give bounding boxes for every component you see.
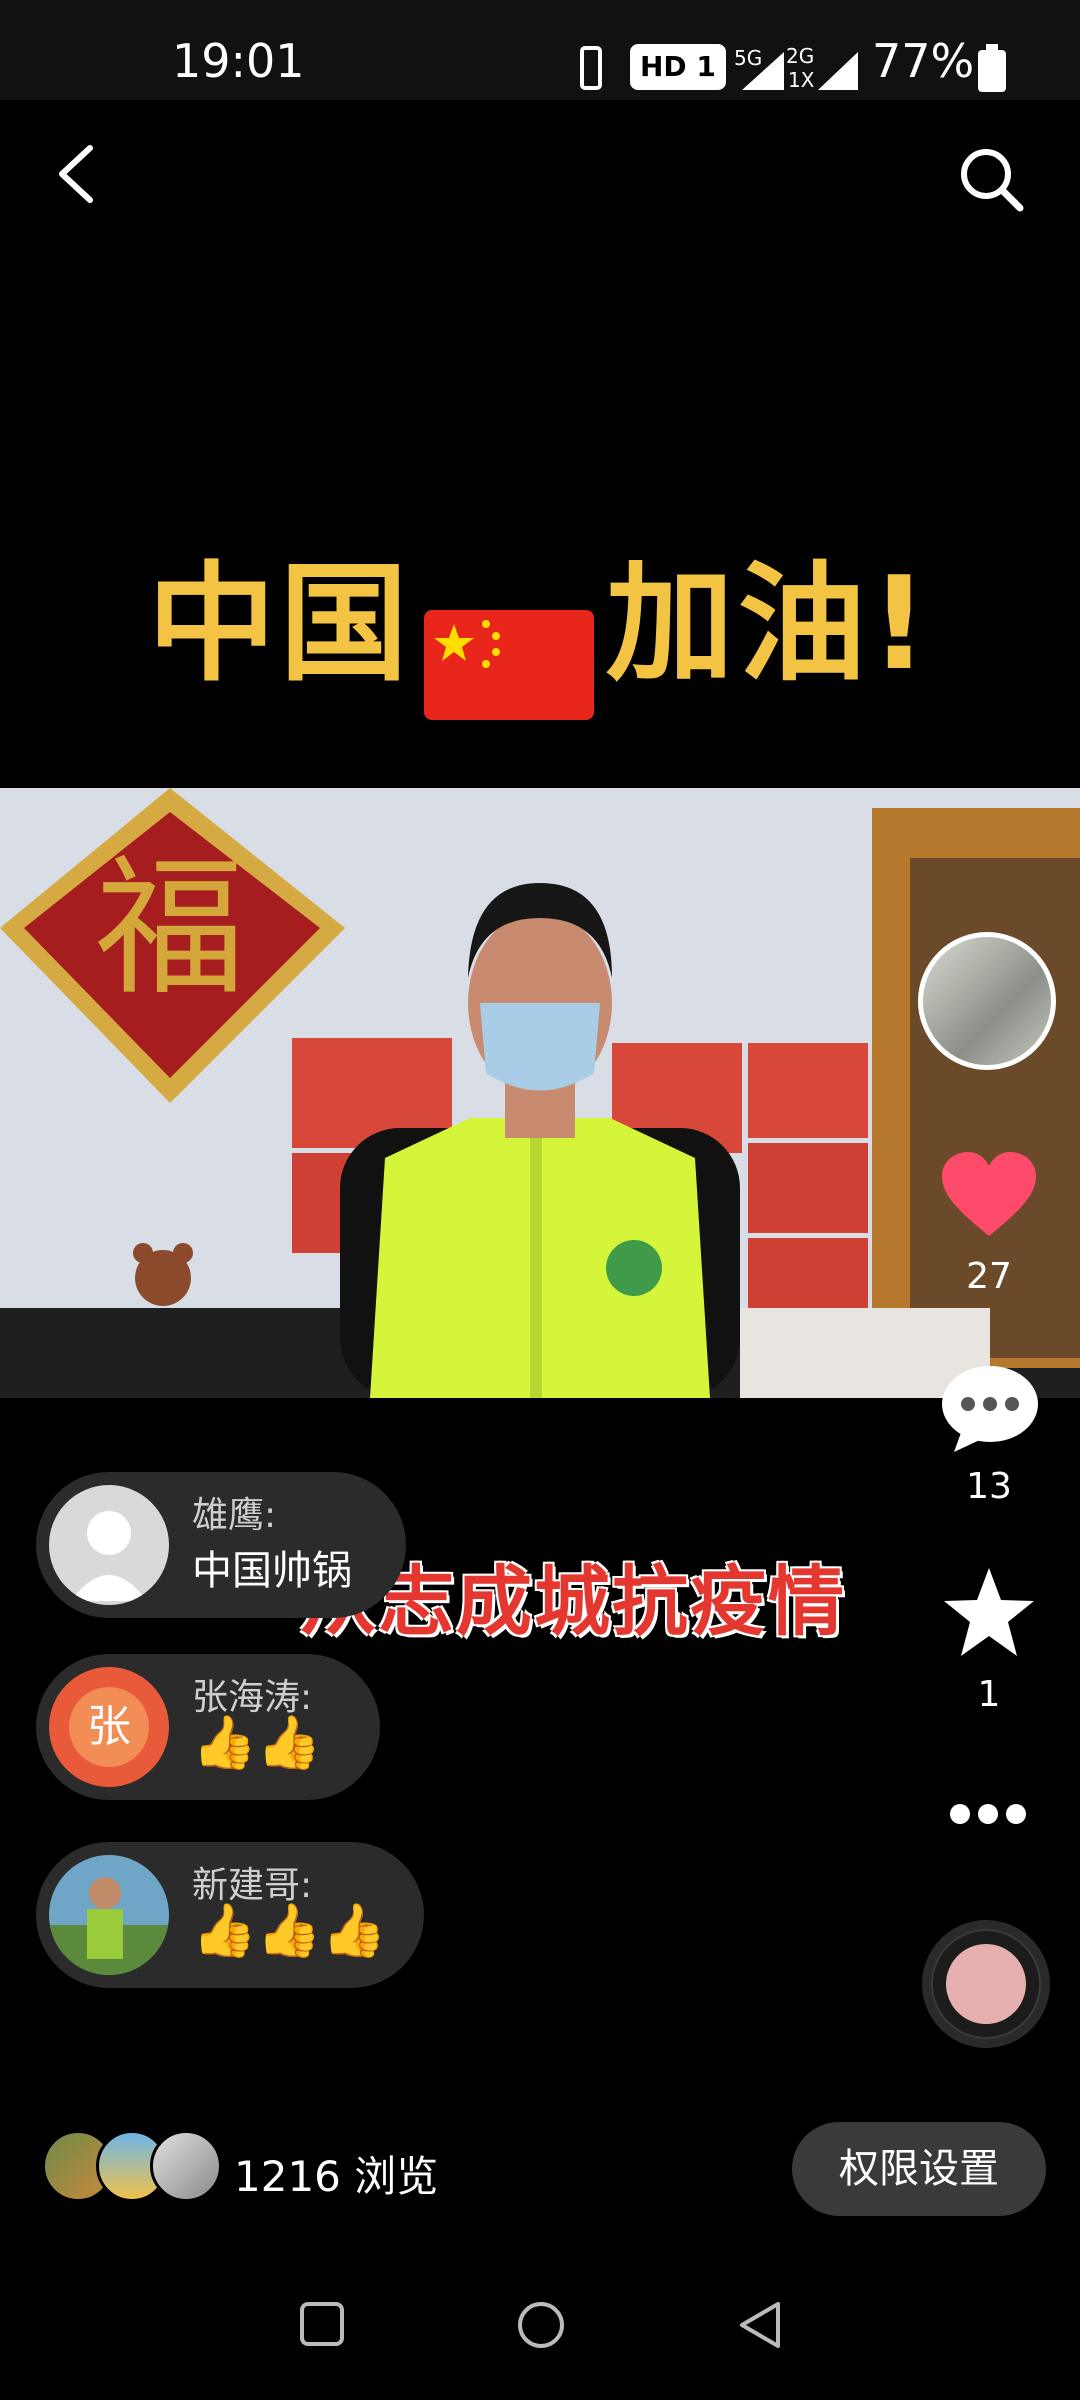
music-disc-icon[interactable] bbox=[920, 1918, 1052, 2050]
viewer-avatar bbox=[150, 2130, 222, 2202]
battery-icon bbox=[978, 44, 1006, 92]
default-avatar-icon bbox=[49, 1485, 169, 1605]
back-nav-icon[interactable] bbox=[736, 2300, 784, 2350]
permission-settings-button[interactable]: 权限设置 bbox=[792, 2122, 1046, 2216]
battery-percent: 77% bbox=[872, 34, 975, 88]
comment-text: 👍👍 bbox=[192, 1713, 322, 1773]
banner-text-right: 加油! bbox=[605, 550, 933, 699]
phone-icon bbox=[580, 46, 602, 90]
avatar: 张 bbox=[49, 1667, 169, 1787]
hd-badge: HD 1 bbox=[630, 44, 726, 90]
comment-item[interactable]: 张 张海涛: 👍👍 bbox=[36, 1654, 380, 1800]
home-icon[interactable] bbox=[516, 2300, 566, 2350]
svg-text:福: 福 bbox=[95, 842, 245, 1016]
comment-text: 中国帅锅 bbox=[192, 1548, 352, 1594]
view-count[interactable]: 1216 浏览 bbox=[234, 2143, 438, 2204]
star-icon[interactable] bbox=[942, 1566, 1036, 1658]
author-avatar[interactable] bbox=[918, 932, 1056, 1070]
china-flag-icon bbox=[423, 609, 594, 720]
avatar bbox=[49, 1855, 169, 1975]
heart-icon[interactable] bbox=[940, 1150, 1038, 1240]
status-bar: 19:01 HD 1 5G 2G 1X 77% bbox=[0, 0, 1080, 100]
comment-item[interactable]: 雄鹰: 中国帅锅 bbox=[36, 1472, 406, 1618]
like-count: 27 bbox=[966, 1256, 1012, 1297]
comment-text: 👍👍👍 bbox=[192, 1901, 387, 1961]
banner-text-left: 中国 bbox=[147, 550, 412, 699]
recent-apps-icon[interactable] bbox=[298, 2300, 346, 2348]
comment-count: 13 bbox=[966, 1466, 1012, 1507]
back-arrow-icon[interactable] bbox=[56, 144, 96, 204]
favorite-count: 1 bbox=[977, 1674, 1001, 1715]
status-time: 19:01 bbox=[172, 34, 305, 88]
video-frame[interactable]: 福 bbox=[0, 788, 1080, 1398]
comment-item[interactable]: 新建哥: 👍👍👍 bbox=[36, 1842, 424, 1988]
comment-bubble-icon[interactable] bbox=[940, 1364, 1040, 1454]
video-banner: 中国 加油! bbox=[0, 520, 1080, 720]
more-dots-icon[interactable] bbox=[948, 1802, 1028, 1826]
signal-5g-icon bbox=[742, 52, 784, 90]
comment-author: 雄鹰: bbox=[192, 1495, 277, 1536]
signal-2g-icon bbox=[818, 52, 858, 90]
avatar-char: 张 bbox=[69, 1687, 149, 1767]
search-icon[interactable] bbox=[958, 146, 1024, 212]
